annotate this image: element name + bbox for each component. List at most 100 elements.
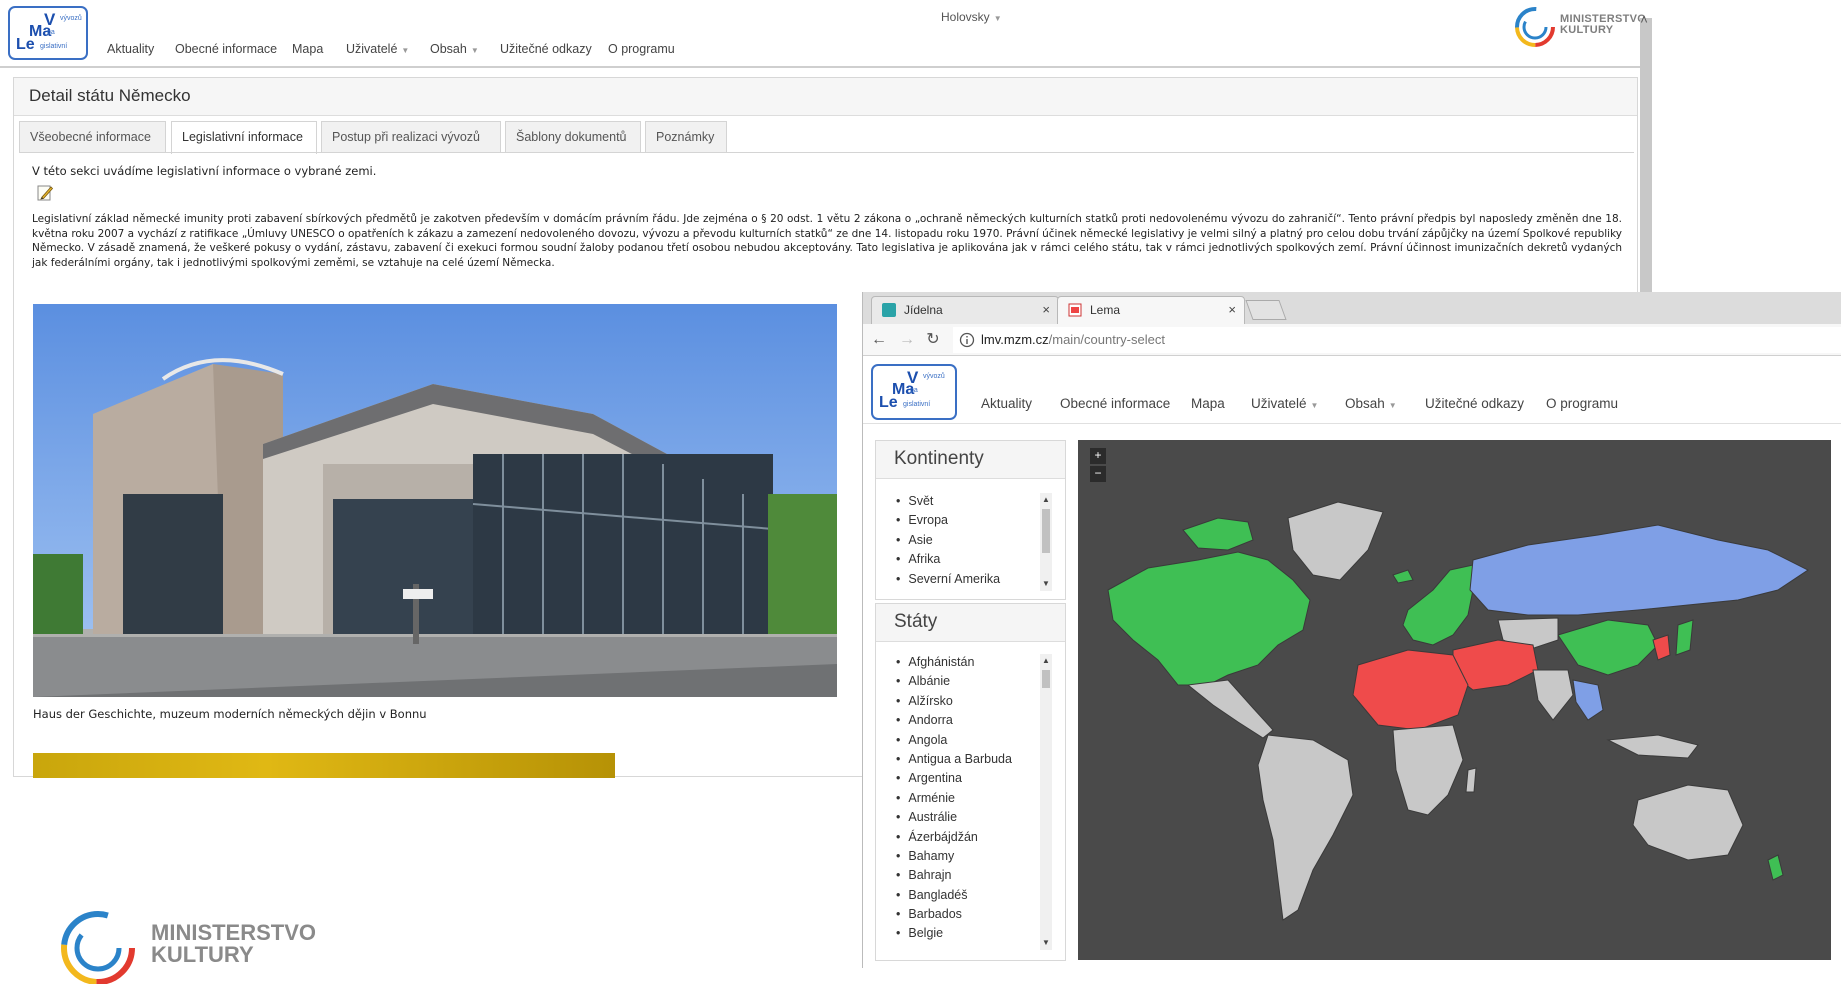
- map-region-korea: [1652, 634, 1671, 661]
- museum-photo: [33, 304, 837, 697]
- address-bar[interactable]: lmv.mzm.cz/main/country-select: [953, 327, 1841, 353]
- list-item[interactable]: Evropa: [890, 513, 1040, 532]
- ministry-text: MINISTERSTVO KULTURY: [1560, 14, 1646, 36]
- nav-uzivatele[interactable]: Uživatelé ▼: [1251, 396, 1318, 411]
- list-item[interactable]: Bahrajn: [890, 868, 1040, 887]
- nav-uzivatele[interactable]: Uživatelé ▼: [346, 42, 409, 56]
- continents-title: Kontinenty: [876, 441, 1065, 479]
- states-list: Afghánistán Albánie Alžírsko Andorra Ang…: [890, 655, 1040, 946]
- ministry-logo[interactable]: MINISTERSTVO KULTURY: [1514, 6, 1652, 50]
- world-map-svg[interactable]: [1078, 440, 1831, 960]
- list-item[interactable]: Angola: [890, 733, 1040, 752]
- close-icon[interactable]: ×: [1228, 302, 1236, 317]
- site-navbar: V vývozů Ma pa Le gislativní Aktuality O…: [863, 356, 1841, 424]
- scroll-up-icon[interactable]: ▲: [1040, 656, 1052, 665]
- edit-pencil-icon[interactable]: [36, 184, 54, 202]
- map-region-southern-africa: [1392, 724, 1464, 816]
- tab-legislativni-informace[interactable]: Legislativní informace: [171, 121, 317, 154]
- nav-obsah[interactable]: Obsah ▼: [1345, 396, 1397, 411]
- nav-uzitecne-odkazy[interactable]: Užitečné odkazy: [500, 42, 592, 56]
- lema-favicon-icon: [1068, 303, 1082, 317]
- list-item[interactable]: Arménie: [890, 791, 1040, 810]
- tab-sablony-dokumentu[interactable]: Šablony dokumentů: [505, 121, 641, 152]
- world-map[interactable]: + −: [1078, 440, 1831, 960]
- list-item[interactable]: Barbados: [890, 907, 1040, 926]
- list-item[interactable]: Antigua a Barbuda: [890, 752, 1040, 771]
- scroll-thumb[interactable]: [1042, 670, 1050, 688]
- page-title: Detail státu Německo: [14, 78, 1637, 116]
- list-item[interactable]: Ázerbájdžán: [890, 830, 1040, 849]
- scroll-down-icon[interactable]: ▼: [1040, 579, 1052, 588]
- chevron-down-icon: ▼: [993, 14, 1002, 23]
- nav-aktuality[interactable]: Aktuality: [107, 42, 154, 56]
- scroll-up-icon[interactable]: ˄: [1636, 12, 1652, 28]
- map-region-japan: [1675, 619, 1694, 656]
- tab-postup-pri-realizaci[interactable]: Postup při realizaci vývozů: [321, 121, 501, 152]
- states-scrollbar[interactable]: ▲ ▼: [1040, 654, 1052, 950]
- lema-logo[interactable]: V vývozů Ma pa Le gislativní: [8, 6, 88, 60]
- close-icon[interactable]: ×: [1042, 302, 1050, 317]
- states-panel: Státy Afghánistán Albánie Alžírsko Andor…: [875, 603, 1066, 961]
- scroll-down-icon[interactable]: ▼: [1040, 938, 1052, 947]
- list-item[interactable]: Alžírsko: [890, 694, 1040, 713]
- browser-tab-lema[interactable]: Lema ×: [1057, 296, 1245, 324]
- nav-obecne-informace[interactable]: Obecné informace: [1060, 396, 1170, 411]
- browser-tab-jidelna[interactable]: Jídelna ×: [871, 296, 1059, 324]
- list-item[interactable]: Severní Amerika: [890, 572, 1040, 591]
- map-region-southeast-asia: [1572, 679, 1604, 721]
- continents-list: Svět Evropa Asie Afrika Severní Amerika: [890, 494, 1040, 591]
- logo-gislativni: gislativní: [40, 43, 68, 50]
- map-region-canadian-arctic: [1182, 517, 1254, 551]
- zoom-out-button[interactable]: −: [1090, 466, 1106, 482]
- nav-obecne-informace[interactable]: Obecné informace: [175, 42, 277, 56]
- url-host: lmv.mzm.cz: [981, 332, 1049, 347]
- map-region-new-zealand: [1767, 854, 1784, 881]
- scroll-thumb[interactable]: [1042, 509, 1050, 553]
- ministry-line2: KULTURY: [1560, 24, 1614, 36]
- ministry-large-text: MINISTERSTVO KULTURY: [151, 922, 316, 966]
- tab-poznamky[interactable]: Poznámky: [645, 121, 727, 152]
- map-region-india: [1532, 669, 1574, 721]
- list-item[interactable]: Albánie: [890, 674, 1040, 693]
- browser-window: Jídelna × Lema × ← → ↻ lmv.mzm.cz/main/c…: [862, 292, 1841, 968]
- nav-uzitecne-odkazy[interactable]: Užitečné odkazy: [1425, 396, 1524, 411]
- list-item[interactable]: Bahamy: [890, 849, 1040, 868]
- nav-mapa[interactable]: Mapa: [1191, 396, 1225, 411]
- zoom-in-button[interactable]: +: [1090, 448, 1106, 464]
- info-icon[interactable]: [959, 332, 975, 348]
- chevron-down-icon: ▼: [401, 46, 410, 55]
- user-menu[interactable]: Holovsky ▼: [941, 10, 1002, 24]
- tab-vseobecne-informace[interactable]: Všeobecné informace: [19, 121, 166, 152]
- nav-mapa[interactable]: Mapa: [292, 42, 323, 56]
- list-item[interactable]: Argentina: [890, 771, 1040, 790]
- list-item[interactable]: Andorra: [890, 713, 1040, 732]
- list-item[interactable]: Belgie: [890, 926, 1040, 945]
- list-item[interactable]: Asie: [890, 533, 1040, 552]
- browser-tab-label: Lema: [1090, 303, 1121, 317]
- scroll-up-icon[interactable]: ▲: [1040, 495, 1052, 504]
- nav-obsah[interactable]: Obsah ▼: [430, 42, 479, 56]
- logo-le: Le: [879, 394, 898, 411]
- list-item[interactable]: Afghánistán: [890, 655, 1040, 674]
- page-scrollbar[interactable]: [1640, 18, 1652, 292]
- lema-logo[interactable]: V vývozů Ma pa Le gislativní: [871, 364, 957, 420]
- map-region-indonesia: [1606, 734, 1699, 759]
- continents-scrollbar[interactable]: ▲ ▼: [1040, 493, 1052, 591]
- nav-uzivatele-label: Uživatelé: [346, 42, 398, 56]
- nav-aktuality[interactable]: Aktuality: [981, 396, 1032, 411]
- new-tab-button[interactable]: [1245, 300, 1287, 320]
- forward-arrow-icon[interactable]: →: [897, 330, 917, 350]
- nav-o-programu[interactable]: O programu: [608, 42, 675, 56]
- nav-o-programu[interactable]: O programu: [1546, 396, 1618, 411]
- list-item[interactable]: Austrálie: [890, 810, 1040, 829]
- back-arrow-icon[interactable]: ←: [869, 330, 889, 350]
- map-region-north-america: [1107, 551, 1311, 686]
- user-name: Holovsky: [941, 10, 990, 24]
- list-item[interactable]: Svět: [890, 494, 1040, 513]
- reload-icon[interactable]: ↻: [923, 330, 943, 350]
- list-item[interactable]: Bangladéš: [890, 888, 1040, 907]
- top-navbar: V vývozů Ma pa Le gislativní Aktuality O…: [0, 0, 1652, 68]
- tab-divider: [19, 152, 1634, 153]
- list-item[interactable]: Afrika: [890, 552, 1040, 571]
- map-region-russia: [1469, 524, 1809, 616]
